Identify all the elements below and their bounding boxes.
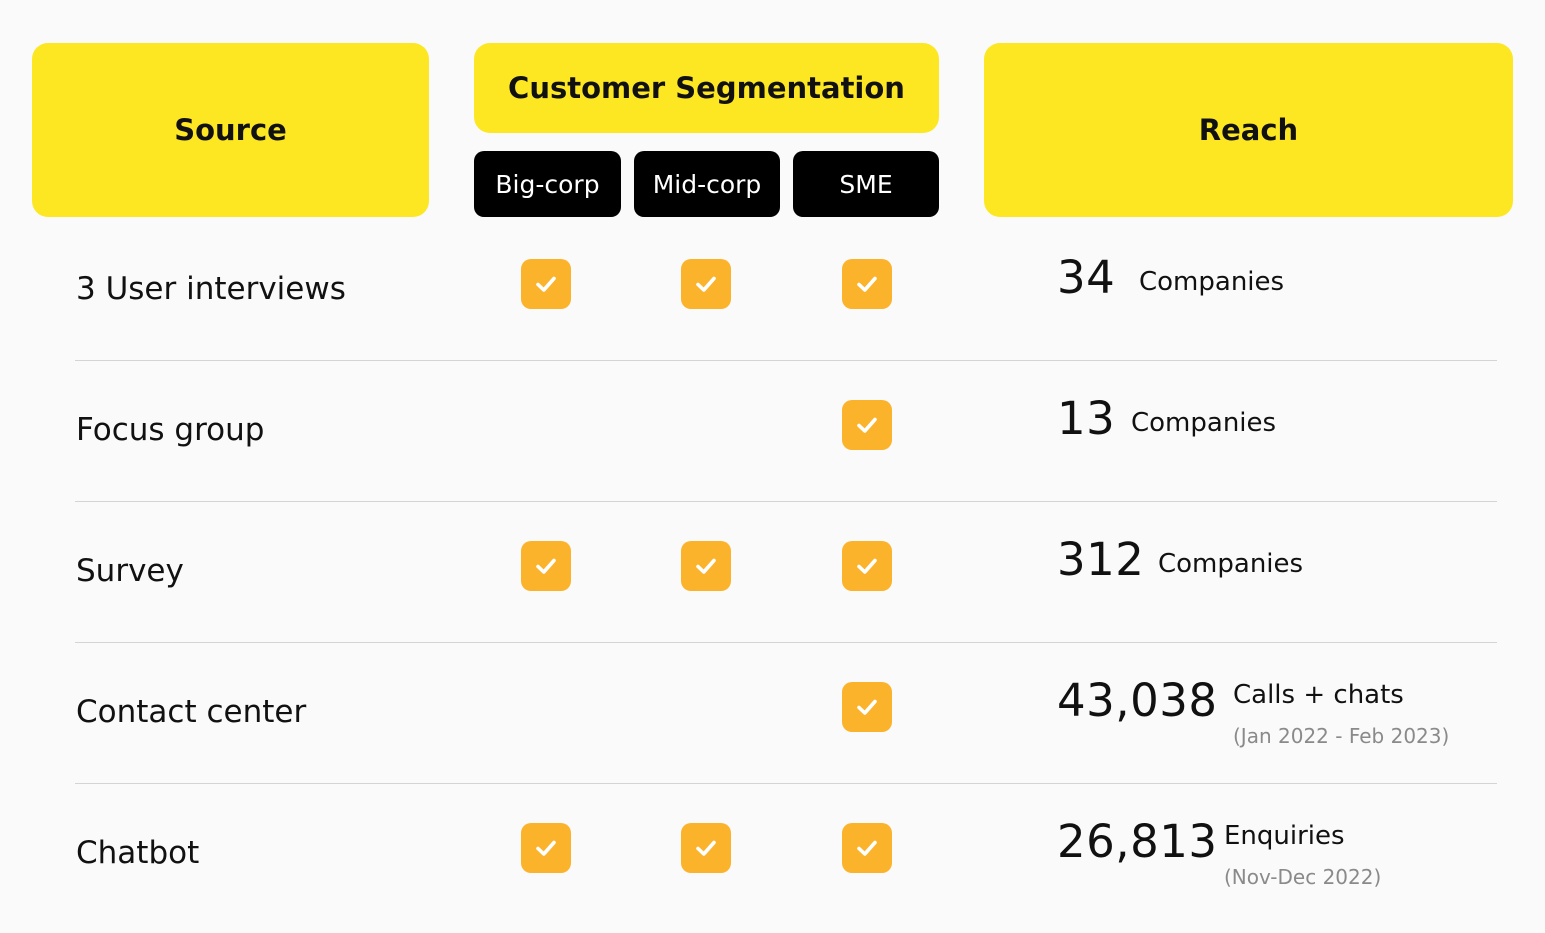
segment-big-corp: Big-corp	[474, 151, 621, 217]
reach-value: 312	[1057, 533, 1145, 586]
check-icon-sme	[842, 541, 892, 591]
reach-value: 13	[1057, 392, 1116, 445]
reach-note: (Jan 2022 - Feb 2023)	[1233, 724, 1450, 748]
check-icon-big-corp	[521, 823, 571, 873]
source-name: 3 User interviews	[76, 271, 346, 307]
check-icon-sme	[842, 682, 892, 732]
reach-unit: Enquiries	[1224, 821, 1345, 851]
table-row: Contact center 43,038 Calls + chats (Jan 20…	[0, 646, 1545, 787]
reach-unit: Calls + chats	[1233, 680, 1404, 710]
customer-segmentation-header: Customer Segmentation	[474, 43, 939, 133]
segment-sme: SME	[793, 151, 939, 217]
segment-mid-corp: Mid-corp	[634, 151, 780, 217]
table-row: Chatbot 26,813 Enquiries (Nov-Dec 2022)	[0, 787, 1545, 928]
row-divider	[75, 360, 1497, 361]
reach-value: 34	[1057, 251, 1116, 304]
table-row: Survey 312 Companies	[0, 505, 1545, 646]
reach-header: Reach	[984, 43, 1513, 217]
check-icon-sme	[842, 259, 892, 309]
reach-note: (Nov-Dec 2022)	[1224, 865, 1382, 889]
reach-value: 26,813	[1057, 815, 1218, 868]
source-name: Contact center	[76, 694, 307, 730]
check-icon-mid-corp	[681, 823, 731, 873]
check-icon-mid-corp	[681, 541, 731, 591]
check-icon-big-corp	[521, 259, 571, 309]
check-icon-mid-corp	[681, 259, 731, 309]
source-name: Survey	[76, 553, 184, 589]
reach-unit: Companies	[1139, 267, 1285, 297]
row-divider	[75, 783, 1497, 784]
row-divider	[75, 501, 1497, 502]
row-divider	[75, 642, 1497, 643]
table-row: Focus group 13 Companies	[0, 364, 1545, 505]
reach-value: 43,038	[1057, 674, 1218, 727]
source-header: Source	[32, 43, 429, 217]
table-row: 3 User interviews 34 Companies	[0, 223, 1545, 364]
source-name: Chatbot	[76, 835, 200, 871]
source-name: Focus group	[76, 412, 265, 448]
customer-segmentation-header-label: Customer Segmentation	[508, 71, 905, 105]
check-icon-big-corp	[521, 541, 571, 591]
reach-unit: Companies	[1131, 408, 1277, 438]
reach-header-label: Reach	[1198, 113, 1299, 147]
check-icon-sme	[842, 823, 892, 873]
source-header-label: Source	[174, 113, 287, 147]
check-icon-sme	[842, 400, 892, 450]
reach-unit: Companies	[1158, 549, 1304, 579]
